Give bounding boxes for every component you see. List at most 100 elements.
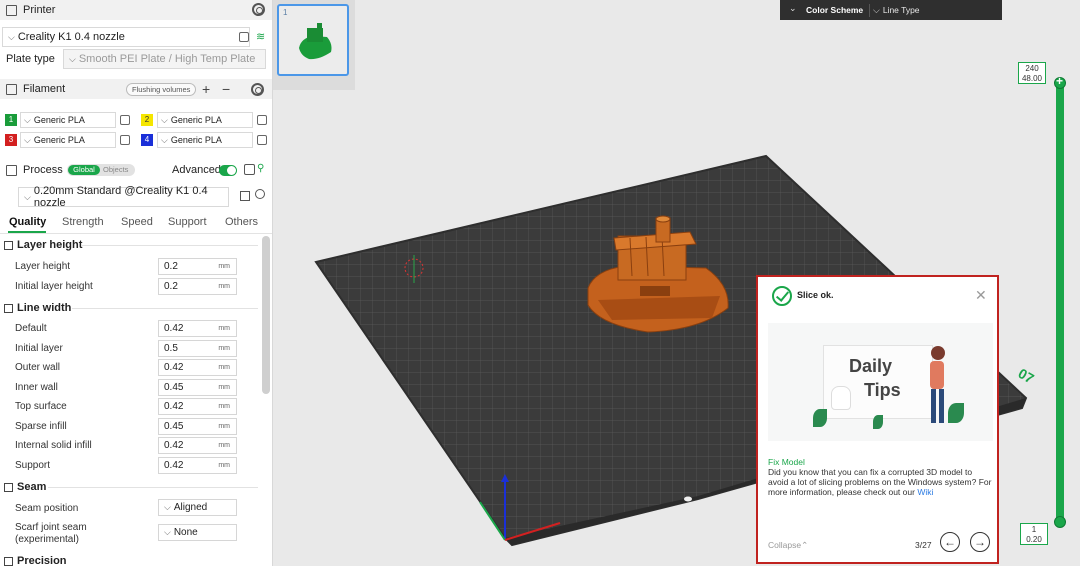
global-objects-toggle[interactable]: Global Objects [67, 164, 135, 176]
filament-slot-3-select[interactable]: ⌵ Generic PLA [20, 132, 116, 148]
edit-printer-icon[interactable] [239, 32, 249, 42]
close-icon[interactable]: ✕ [975, 287, 987, 304]
edit-filament-2-icon[interactable] [257, 115, 267, 125]
layer-height-label: Layer height [15, 261, 71, 272]
line-width-initial-layer-input[interactable]: 0.5 mm [158, 340, 237, 357]
tab-quality[interactable]: Quality [9, 216, 46, 228]
leaf-decoration [948, 403, 964, 423]
advanced-switch[interactable] [219, 165, 237, 176]
tab-speed[interactable]: Speed [121, 216, 153, 228]
chevron-down-icon: ⌵ [161, 114, 168, 125]
process-title: Process [23, 164, 63, 176]
filament-settings-gear-icon[interactable] [251, 83, 264, 96]
remove-filament-button[interactable]: − [222, 81, 230, 97]
left-sidebar: Printer ⌵ Creality K1 0.4 nozzle ≋ Plate… [0, 0, 273, 566]
plate-thumbnail[interactable]: 1 [277, 4, 349, 76]
collapse-chevron-icon[interactable]: ⌄ [789, 3, 797, 14]
line-width-sparse-infill-value: 0.45 [164, 421, 184, 432]
chevron-down-icon: ⌵ [24, 134, 31, 145]
tab-strength[interactable]: Strength [62, 216, 104, 228]
collapse-button[interactable]: Collapse⌃ [768, 540, 808, 551]
wiki-link[interactable]: Wiki [917, 487, 933, 497]
settings-scrollbar[interactable] [262, 236, 270, 394]
filament-slot-4-number[interactable]: 4 [141, 134, 153, 146]
line-width-outer-wall-input[interactable]: 0.42 mm [158, 359, 237, 376]
group-layer-height-title: Layer height [17, 239, 83, 251]
filament-title: Filament [23, 83, 66, 95]
edit-filament-4-icon[interactable] [257, 135, 267, 145]
scope-objects[interactable]: Objects [103, 164, 128, 176]
scarf-joint-seam-select[interactable]: ⌵ None [158, 524, 237, 541]
plate-thumbnail-model [299, 23, 332, 60]
line-width-top-surface-input[interactable]: 0.42 mm [158, 398, 237, 415]
chevron-down-icon: ⌵ [24, 114, 31, 125]
layer-slider-bottom-handle[interactable] [1054, 516, 1066, 528]
seam-position-select[interactable]: ⌵ Aligned [158, 499, 237, 516]
line-width-initial-layer-value: 0.5 [164, 343, 178, 354]
tab-support[interactable]: Support [168, 216, 207, 228]
tip-title: Fix Model [768, 457, 805, 467]
line-width-sparse-infill-input[interactable]: 0.45 mm [158, 418, 237, 435]
filament-slot-2-select[interactable]: ⌵ Generic PLA [157, 112, 253, 128]
chevron-down-icon: ⌵ [8, 31, 15, 42]
scarf-joint-seam-label: Scarf joint seam (experimental) [15, 522, 87, 545]
initial-layer-height-input[interactable]: 0.2 mm [158, 278, 237, 295]
printer-select[interactable]: ⌵ Creality K1 0.4 nozzle [2, 27, 250, 47]
layer-height-input[interactable]: 0.2 mm [158, 258, 237, 275]
wifi-icon[interactable]: ≋ [256, 30, 265, 43]
slider-top-height: 48.00 [1021, 74, 1043, 83]
line-width-default-input[interactable]: 0.42 mm [158, 320, 237, 337]
edit-filament-1-icon[interactable] [120, 115, 130, 125]
filament-slot-4-select[interactable]: ⌵ Generic PLA [157, 132, 253, 148]
printer-settings-gear-icon[interactable] [252, 3, 265, 16]
line-width-top-surface-label: Top surface [15, 401, 67, 412]
line-width-support-input[interactable]: 0.42 mm [158, 457, 237, 474]
seam-position-value: Aligned [173, 502, 208, 513]
plate-hole [684, 496, 692, 502]
chevron-down-icon: ⌵ [164, 502, 171, 512]
save-preset-icon[interactable] [240, 191, 250, 201]
compare-icon[interactable] [244, 164, 255, 175]
layer-slider-top-handle[interactable] [1054, 74, 1066, 89]
collapse-label: Collapse [768, 540, 802, 550]
unit: mm [218, 364, 230, 371]
color-scheme-select[interactable]: ⌵ Line Type [869, 4, 994, 17]
next-tip-button[interactable]: → [970, 532, 990, 552]
flushing-volumes-button[interactable]: Flushing volumes [126, 83, 197, 96]
unit: mm [218, 403, 230, 410]
tip-text: Did you know that you can fix a corrupte… [768, 467, 992, 497]
add-filament-button[interactable]: + [202, 81, 210, 97]
line-width-support-label: Support [15, 460, 51, 471]
search-settings-icon[interactable]: ⚲ [257, 163, 264, 174]
layer-slider-track[interactable] [1056, 80, 1064, 524]
filament-slot-3-number[interactable]: 3 [5, 134, 17, 146]
initial-layer-height-value: 0.2 [164, 281, 178, 292]
printer-select-value: Creality K1 0.4 nozzle [17, 31, 125, 43]
filament-slot-1-number[interactable]: 1 [5, 114, 17, 126]
group-line-width-title: Line width [17, 302, 72, 314]
printer-title: Printer [23, 4, 56, 16]
filament-slot-2-number[interactable]: 2 [141, 114, 153, 126]
slice-status: Slice ok. [797, 290, 834, 300]
filament-slot-1-select[interactable]: ⌵ Generic PLA [20, 112, 116, 128]
edit-filament-3-icon[interactable] [120, 135, 130, 145]
active-tab-indicator [8, 231, 46, 233]
leaf-decoration [813, 409, 827, 427]
process-preset-select[interactable]: ⌵ 0.20mm Standard @Creality K1 0.4 nozzl… [18, 185, 229, 209]
layer-height-value: 0.2 [164, 261, 178, 272]
scope-global[interactable]: Global [68, 165, 100, 175]
group-line-width: Line width [4, 302, 71, 314]
line-width-internal-solid-infill-input[interactable]: 0.42 mm [158, 437, 237, 454]
group-seam: Seam [4, 481, 46, 493]
tab-others[interactable]: Others [225, 216, 258, 228]
prev-tip-button[interactable]: ← [940, 532, 960, 552]
line-width-inner-wall-input[interactable]: 0.45 mm [158, 379, 237, 396]
tip-image-word-1: Daily [849, 356, 893, 376]
color-scheme-label: Color Scheme [806, 5, 864, 15]
plate-type-select[interactable]: ⌵ Smooth PEI Plate / High Temp Plate [63, 49, 266, 69]
tip-body: Did you know that you can fix a corrupte… [768, 467, 993, 497]
group-seam-title: Seam [17, 481, 47, 493]
slice-notification: Slice ok. ✕ Daily Tips Fix Model Did you… [756, 275, 999, 564]
slider-top-layer: 240 [1025, 64, 1039, 73]
search-icon[interactable] [255, 189, 265, 199]
